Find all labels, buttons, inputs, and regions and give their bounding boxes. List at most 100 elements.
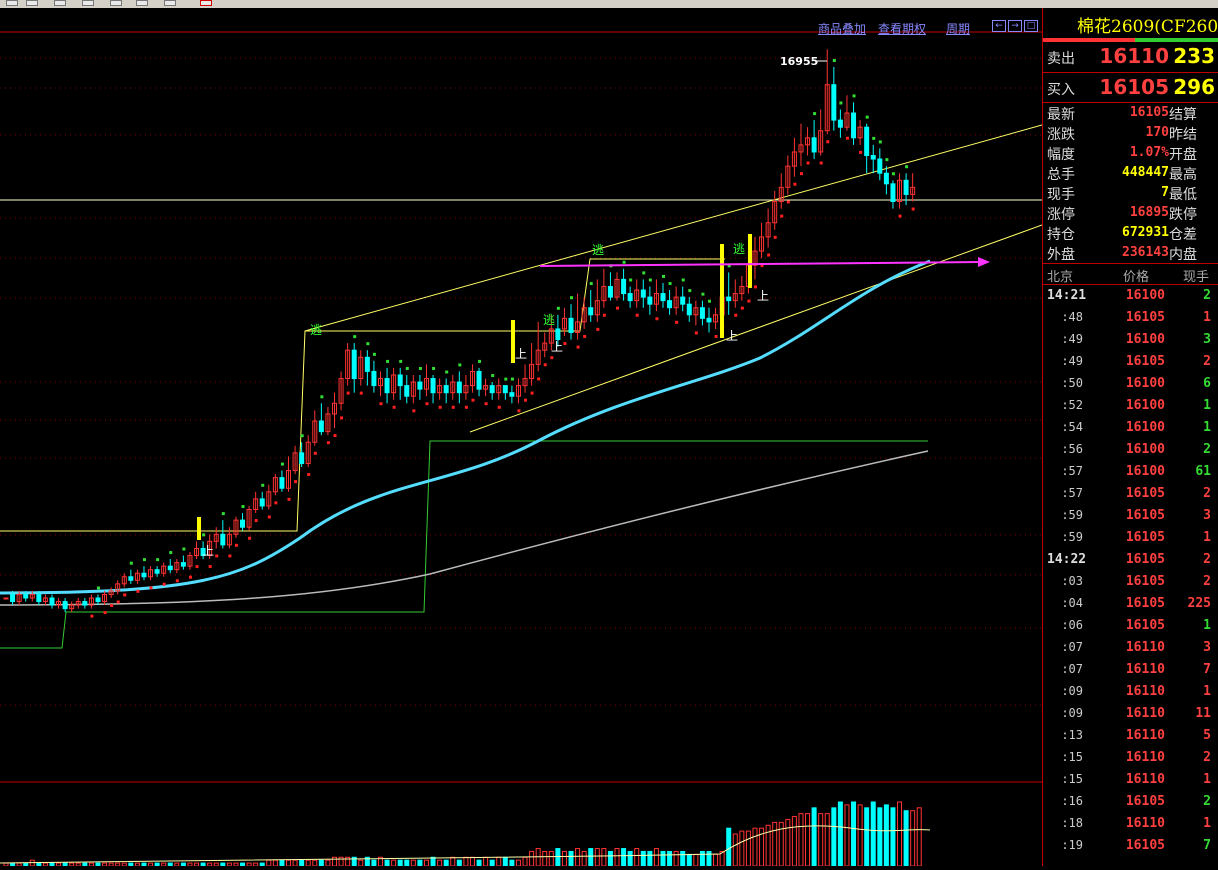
sar-dot xyxy=(451,405,455,409)
tick-time: :15 xyxy=(1061,772,1083,786)
tick-row[interactable]: :07 16110 7 xyxy=(1043,662,1218,684)
sar-dot xyxy=(267,515,271,519)
tick-price: 16110 xyxy=(1125,684,1165,699)
candle-body xyxy=(456,381,462,394)
tick-price: 16105 xyxy=(1125,310,1165,325)
tick-row[interactable]: :57 16105 2 xyxy=(1043,486,1218,508)
toolbar-button-icon[interactable] xyxy=(110,0,122,6)
sar-dot xyxy=(478,359,482,363)
tick-row[interactable]: 14:21 16100 2 xyxy=(1043,288,1218,310)
tick-row[interactable]: :56 16100 2 xyxy=(1043,442,1218,464)
overlay-commodity-link[interactable]: 商品叠加 xyxy=(818,20,866,37)
sar-dot xyxy=(300,434,304,438)
period-link[interactable]: 周期 xyxy=(946,20,970,37)
sar-dot xyxy=(616,306,620,310)
tick-time: :49 xyxy=(1061,354,1083,368)
toolbar-button-icon[interactable] xyxy=(26,0,38,6)
quote-label-right: 最低 xyxy=(1169,187,1197,203)
tick-row[interactable]: :50 16100 6 xyxy=(1043,376,1218,398)
sar-dot xyxy=(589,282,593,286)
chart-canvas[interactable]: 逃逃逃逃上上 上上上16955 xyxy=(0,8,1043,867)
volume-bar xyxy=(542,850,548,867)
tick-price: 16100 xyxy=(1125,376,1165,391)
tick-row[interactable]: :18 16110 1 xyxy=(1043,816,1218,838)
volume-bar xyxy=(752,827,758,867)
sar-dot xyxy=(202,533,206,537)
kline-chart[interactable]: 逃逃逃逃上上上上上 16955 商品叠加 查看期权 周期 ← → □ xyxy=(0,8,1043,867)
view-options-link[interactable]: 查看期权 xyxy=(878,20,926,37)
tick-row[interactable]: :09 16110 1 xyxy=(1043,684,1218,706)
candle-body xyxy=(23,593,29,599)
toolbar-button-icon[interactable] xyxy=(54,0,66,6)
restore-icon[interactable]: □ xyxy=(1024,20,1038,32)
candle-body xyxy=(903,179,909,195)
tick-row[interactable]: :16 16105 2 xyxy=(1043,794,1218,816)
tick-row[interactable]: :03 16105 2 xyxy=(1043,574,1218,596)
buy-price: 16105 xyxy=(1099,75,1169,99)
tick-row[interactable]: :59 16105 1 xyxy=(1043,530,1218,552)
tick-volume: 1 xyxy=(1203,310,1211,325)
tick-volume: 5 xyxy=(1203,728,1211,743)
tick-time: :57 xyxy=(1061,464,1083,478)
tick-row[interactable]: :13 16110 5 xyxy=(1043,728,1218,750)
tick-price: 16100 xyxy=(1125,442,1165,457)
tick-row[interactable]: :59 16105 3 xyxy=(1043,508,1218,530)
candle-body xyxy=(10,593,16,603)
volume-bar xyxy=(358,859,364,867)
sar-dot xyxy=(832,59,836,62)
toolbar-button-icon[interactable] xyxy=(136,0,148,6)
candle-body xyxy=(686,303,692,316)
volume-bar xyxy=(384,859,390,867)
tick-time: :49 xyxy=(1061,332,1083,346)
sar-dot xyxy=(747,299,751,303)
volume-bar xyxy=(680,850,686,867)
sar-dot xyxy=(149,586,153,590)
tick-row[interactable]: :19 16105 7 xyxy=(1043,838,1218,860)
tick-row[interactable]: :06 16105 1 xyxy=(1043,618,1218,640)
zoom-in-icon[interactable]: ← xyxy=(992,20,1006,32)
tick-row[interactable]: :09 16110 11 xyxy=(1043,706,1218,728)
tick-time: :18 xyxy=(1061,816,1083,830)
tick-row[interactable]: :15 16110 1 xyxy=(1043,772,1218,794)
volume-column-header: 现手 xyxy=(1183,270,1210,285)
zoom-out-icon[interactable]: → xyxy=(1008,20,1022,32)
volume-bar xyxy=(548,850,554,867)
volume-bar xyxy=(502,856,508,867)
alert-icon[interactable] xyxy=(200,0,212,6)
tick-row[interactable]: :07 16110 3 xyxy=(1043,640,1218,662)
quote-value: 672931 xyxy=(1122,225,1169,240)
volume-bar xyxy=(286,859,292,867)
tick-row[interactable]: :52 16100 1 xyxy=(1043,398,1218,420)
tick-row[interactable]: :54 16100 1 xyxy=(1043,420,1218,442)
sar-dot xyxy=(372,352,376,356)
tick-row[interactable]: :57 16100 61 xyxy=(1043,464,1218,486)
volume-bar xyxy=(686,853,692,867)
sar-dot xyxy=(504,377,508,381)
tick-row[interactable]: :49 16105 2 xyxy=(1043,354,1218,376)
moving-average-slow xyxy=(0,450,929,606)
candle-body xyxy=(95,597,101,603)
candle-body xyxy=(588,307,594,316)
volume-bar xyxy=(791,816,797,867)
candle-body xyxy=(62,601,68,610)
volume-bar xyxy=(653,848,659,867)
tick-row[interactable]: :15 16110 2 xyxy=(1043,750,1218,772)
quote-label: 最新 xyxy=(1047,107,1075,123)
toolbar-button-icon[interactable] xyxy=(82,0,94,6)
toolbar-button-icon[interactable] xyxy=(164,0,176,6)
candle-body xyxy=(883,172,889,185)
tick-time: 14:21 xyxy=(1047,288,1087,303)
sar-dot xyxy=(340,416,344,420)
tick-price: 16100 xyxy=(1125,288,1165,303)
tick-row[interactable]: :48 16105 1 xyxy=(1043,310,1218,332)
tick-row[interactable]: :49 16100 3 xyxy=(1043,332,1218,354)
candle-body xyxy=(660,293,666,302)
tick-price: 16110 xyxy=(1125,816,1165,831)
quote-label-right: 内盘 xyxy=(1169,247,1197,263)
candle-body xyxy=(443,385,449,394)
tick-row[interactable]: 14:22 16105 2 xyxy=(1043,552,1218,574)
candle-body xyxy=(509,392,515,397)
tick-row[interactable]: :04 16105 225 xyxy=(1043,596,1218,618)
toolbar-button-icon[interactable] xyxy=(6,0,18,6)
tick-volume: 2 xyxy=(1203,574,1211,589)
